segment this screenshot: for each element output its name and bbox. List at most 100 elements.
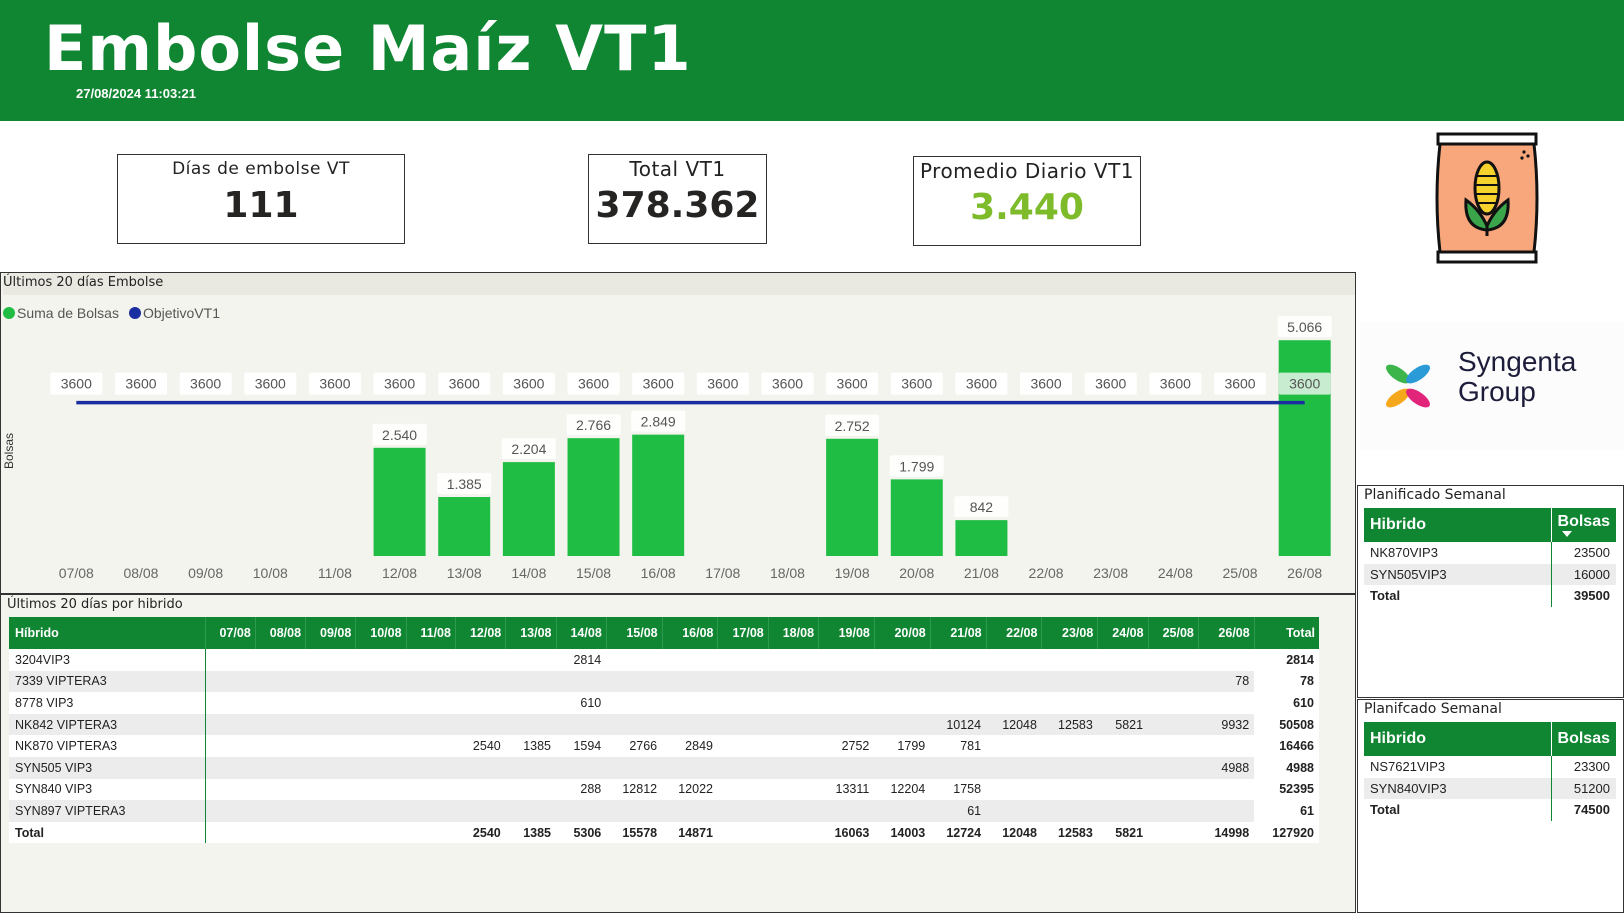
target-data-label: 3600: [449, 376, 480, 392]
table-row[interactable]: SYN897 VIPTERA3 61 61: [9, 800, 1319, 822]
matrix-panel[interactable]: Últimos 20 días por hibrido Híbrido 07/08…: [0, 594, 1356, 913]
bar[interactable]: [567, 438, 620, 556]
column-header-hibrido[interactable]: Hibrido: [1364, 722, 1552, 756]
value-cell: 12022: [662, 778, 718, 801]
column-header-date[interactable]: 23/08: [1041, 617, 1098, 649]
value-cell: [505, 756, 556, 779]
column-header-date[interactable]: 25/08: [1147, 617, 1199, 649]
value-cell: [205, 778, 256, 801]
column-header-date[interactable]: 18/08: [767, 617, 819, 649]
hybrid-cell: 7339 VIPTERA3: [9, 670, 206, 693]
column-header-date[interactable]: 16/08: [661, 617, 718, 649]
table-row[interactable]: NS7621VIP3 23300: [1364, 756, 1616, 778]
bolsas-cell: 51200: [1550, 777, 1616, 799]
column-header-date[interactable]: 21/08: [929, 617, 987, 649]
bar[interactable]: [826, 438, 879, 556]
value-cell: [768, 735, 819, 757]
value-cell: [1148, 778, 1199, 801]
value-cell: [556, 670, 607, 693]
column-header-date[interactable]: 14/08: [555, 617, 607, 649]
sort-desc-icon[interactable]: [1561, 531, 1572, 537]
column-header-hibrido[interactable]: Hibrido: [1364, 508, 1552, 542]
bar[interactable]: [373, 447, 426, 556]
column-header-date[interactable]: 26/08: [1197, 617, 1255, 649]
table-row[interactable]: SYN840VIP3 51200: [1364, 777, 1616, 799]
value-cell: [1097, 670, 1149, 693]
hybrid-cell: SYN840 VIP3: [9, 778, 206, 801]
panel-title: Planifcado Semanal: [1364, 701, 1502, 717]
table-row[interactable]: NK870 VIPTERA3 2540 1385 1594 2766 2849 2752 17…: [9, 735, 1319, 757]
value-cell: [305, 649, 356, 671]
column-header-date[interactable]: 20/08: [873, 617, 931, 649]
column-header-date[interactable]: 12/08: [454, 617, 506, 649]
value-cell: [606, 692, 663, 714]
planificado-table[interactable]: Hibrido Bolsas NK870VIP3 23500 SYN505VIP3…: [1364, 508, 1616, 607]
table-row[interactable]: 3204VIP3 2814 2814: [9, 649, 1319, 671]
value-cell: [662, 649, 718, 671]
hybrid-cell: NK870 VIPTERA3: [9, 735, 206, 757]
kpi-card-dias[interactable]: Días de embolse VT 111: [117, 154, 405, 244]
column-header-hibrido[interactable]: Híbrido: [9, 617, 205, 649]
total-value-cell: 5306: [556, 821, 607, 844]
value-cell: [1041, 735, 1098, 757]
table-row[interactable]: SYN840 VIP3 288 12812 12022 13311 12204 1758 52…: [9, 778, 1319, 801]
bar[interactable]: [955, 520, 1008, 556]
value-cell: [768, 649, 819, 671]
hybrid-matrix-table[interactable]: Híbrido 07/08 08/08 09/08 10/08 11/08 12/08 13/…: [9, 617, 1319, 844]
column-header-date[interactable]: 17/08: [717, 617, 769, 649]
bar[interactable]: [438, 497, 491, 556]
kpi-card-promedio[interactable]: Promedio Diario VT1 3.440: [913, 156, 1141, 246]
target-data-label: 3600: [125, 376, 156, 392]
value-cell: [874, 756, 931, 779]
value-cell: [255, 713, 306, 736]
row-total-cell: 78: [1254, 670, 1319, 693]
column-header-total[interactable]: Total: [1253, 617, 1319, 649]
table-row[interactable]: SYN505 VIP3 4988 4988: [9, 756, 1319, 779]
column-header-bolsas[interactable]: Bolsas: [1550, 722, 1616, 756]
target-data-label: 3600: [966, 376, 997, 392]
x-tick-label: 17/08: [705, 565, 740, 581]
value-cell: [355, 800, 407, 822]
total-value-cell: [355, 821, 407, 844]
table-row[interactable]: 8778 VIP3 610 610: [9, 692, 1319, 714]
planificado-semanal-panel-2[interactable]: Planifcado Semanal Hibrido Bolsas NS7621…: [1357, 699, 1624, 913]
target-data-label: 3600: [772, 376, 803, 392]
column-header-date[interactable]: 10/08: [355, 617, 407, 649]
table-row[interactable]: 7339 VIPTERA3 78 78: [9, 670, 1319, 693]
total-value-cell: 14998: [1198, 821, 1255, 844]
table-row[interactable]: SYN505VIP3 16000: [1364, 563, 1616, 585]
column-header-date[interactable]: 19/08: [818, 617, 875, 649]
bar[interactable]: [890, 479, 943, 556]
value-cell: [768, 800, 819, 822]
table-row[interactable]: NK842 VIPTERA3 10124 12048 12583 5821 9932 505…: [9, 713, 1319, 736]
x-tick-label: 23/08: [1093, 565, 1128, 581]
column-header-date[interactable]: 24/08: [1097, 617, 1149, 649]
column-header-date[interactable]: 15/08: [605, 617, 663, 649]
planificado-semanal-panel[interactable]: Planificado Semanal Hibrido Bolsas NK870…: [1357, 485, 1624, 698]
column-header-date[interactable]: 08/08: [254, 617, 306, 649]
value-cell: [355, 778, 407, 801]
hybrid-cell: SYN505 VIP3: [9, 756, 206, 779]
column-header-date[interactable]: 09/08: [305, 617, 356, 649]
value-cell: 610: [556, 692, 607, 714]
bar[interactable]: [502, 462, 555, 556]
value-cell: [768, 692, 819, 714]
value-cell: 10124: [930, 713, 987, 736]
kpi-card-total[interactable]: Total VT1 378.362: [588, 154, 767, 244]
planificado-table-2[interactable]: Hibrido Bolsas NS7621VIP3 23300 SYN840VIP…: [1364, 722, 1616, 821]
column-header-date[interactable]: 22/08: [985, 617, 1042, 649]
bolsas-cell: 23500: [1550, 542, 1616, 564]
table-row[interactable]: NK870VIP3 23500: [1364, 542, 1616, 564]
value-cell: [455, 778, 506, 801]
column-header-date[interactable]: 07/08: [204, 617, 256, 649]
chart-panel[interactable]: Últimos 20 días Embolse Suma de Bolsas O…: [0, 272, 1356, 594]
column-header-date[interactable]: 11/08: [405, 617, 456, 649]
bar[interactable]: [632, 434, 685, 556]
x-tick-label: 21/08: [964, 565, 999, 581]
bar[interactable]: [1278, 340, 1331, 556]
value-cell: [205, 649, 256, 671]
total-label: Total: [1364, 799, 1552, 821]
column-header-bolsas[interactable]: Bolsas: [1550, 508, 1616, 542]
column-header-date[interactable]: 13/08: [505, 617, 556, 649]
value-cell: [406, 649, 456, 671]
